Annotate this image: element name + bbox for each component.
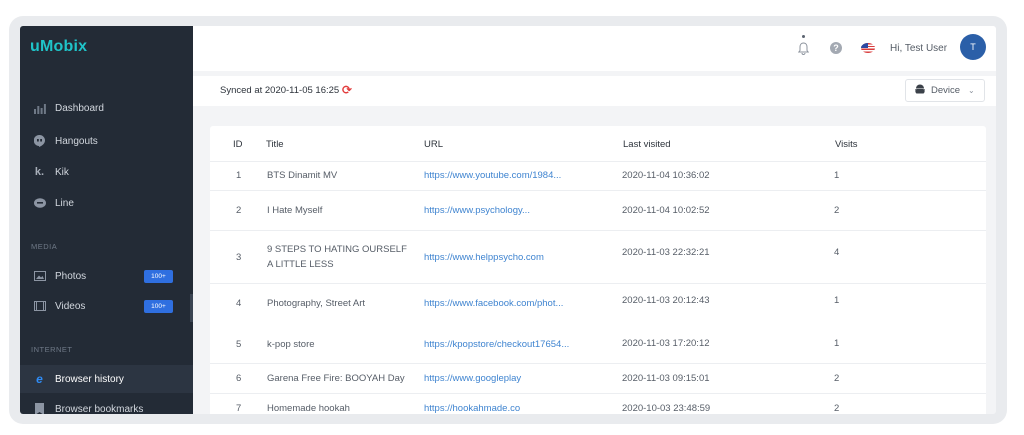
cell-url-link[interactable]: https://hookahmade.co	[424, 402, 520, 414]
column-header-id[interactable]: ID	[233, 139, 243, 150]
cell-id: 4	[236, 298, 242, 309]
cell-url-link[interactable]: https://kpopstore/checkout17654...	[424, 338, 569, 352]
sidebar-item-browser-bookmarks[interactable]: Browser bookmarks	[20, 396, 193, 414]
cell-id: 3	[236, 252, 242, 263]
cell-last-visited: 2020-10-03 23:48:59	[622, 403, 711, 414]
table-row[interactable]: 7 Homemade hookah https://hookahmade.co …	[210, 394, 986, 414]
cell-last-visited: 2020-11-03 17:20:12	[622, 338, 710, 349]
help-icon[interactable]: ?	[830, 42, 842, 54]
sidebar-item-dashboard[interactable]: Dashboard	[20, 95, 193, 121]
cell-id: 6	[236, 373, 242, 384]
table-row[interactable]: 3 9 STEPS TO HATING OURSELF A LITTLE LES…	[210, 231, 986, 284]
device-label: Device	[931, 85, 961, 96]
sidebar-scrollbar[interactable]	[190, 294, 193, 322]
cell-url-link[interactable]: https://www.youtube.com/1984...	[424, 169, 561, 183]
photos-icon	[33, 270, 46, 283]
cell-title: Garena Free Fire: BOOYAH Day	[267, 373, 405, 384]
android-icon	[915, 84, 925, 98]
cell-title: I Hate Myself	[267, 205, 323, 216]
sync-status: Synced at 2020-11-05 16:25	[220, 85, 340, 96]
cell-visits: 1	[834, 295, 840, 306]
cell-last-visited: 2020-11-04 10:02:52	[622, 205, 710, 216]
cell-url-link[interactable]: https://www.facebook.com/phot...	[424, 297, 563, 311]
sidebar-item-label: Kik	[55, 166, 69, 178]
cell-title: 9 STEPS TO HATING OURSELF	[267, 244, 407, 255]
column-header-last-visited[interactable]: Last visited	[623, 139, 671, 150]
us-flag-icon[interactable]	[861, 43, 875, 53]
sidebar-item-kik[interactable]: k. Kik	[20, 159, 193, 185]
cell-title: BTS Dinamit MV	[267, 170, 338, 181]
cell-title: Homemade hookah	[267, 403, 350, 414]
bookmark-icon	[33, 403, 46, 414]
cell-last-visited: 2020-11-03 09:15:01	[622, 373, 710, 384]
videos-icon	[33, 300, 46, 313]
cell-visits: 4	[834, 247, 840, 258]
cell-title-line2: A LITTLE LESS	[267, 259, 334, 270]
dashboard-icon	[33, 102, 46, 115]
sync-bar: Synced at 2020-11-05 16:25 ⟳ Device ⌄	[193, 76, 996, 106]
cell-visits: 2	[834, 205, 840, 216]
avatar[interactable]: T	[960, 34, 986, 60]
cell-id: 7	[236, 403, 242, 414]
browser-history-table: ID Title URL Last visited Visits 1 BTS D…	[210, 126, 986, 414]
top-header: ? Hi, Test User T	[193, 26, 996, 71]
user-greeting[interactable]: Hi, Test User	[890, 43, 947, 54]
sidebar-item-label: Videos	[55, 300, 86, 312]
sidebar: uMobix Dashboard Hangouts k. Kik Line ME…	[20, 26, 193, 414]
column-header-url[interactable]: URL	[424, 139, 443, 150]
cell-id: 2	[236, 205, 242, 216]
cell-title: Photography, Street Art	[267, 298, 366, 309]
table-row[interactable]: 4 Photography, Street Art https://www.fa…	[210, 284, 986, 324]
sidebar-item-hangouts[interactable]: Hangouts	[20, 128, 193, 154]
refresh-icon[interactable]: ⟳	[342, 83, 352, 97]
sidebar-item-photos[interactable]: Photos 100+	[20, 263, 193, 289]
photos-count-badge: 100+	[144, 269, 173, 283]
section-media: MEDIA	[31, 242, 58, 251]
table-header: ID Title URL Last visited Visits	[210, 126, 986, 162]
bell-icon[interactable]	[796, 41, 810, 55]
sidebar-item-label: Browser bookmarks	[55, 403, 144, 415]
app-window: uMobix Dashboard Hangouts k. Kik Line ME…	[20, 26, 996, 414]
cell-last-visited: 2020-11-03 22:32:21	[622, 247, 710, 258]
cell-url-link[interactable]: https://www.psychology...	[424, 204, 530, 218]
column-header-visits[interactable]: Visits	[835, 139, 858, 150]
column-header-title[interactable]: Title	[266, 139, 284, 150]
table-row[interactable]: 5 k-pop store https://kpopstore/checkout…	[210, 324, 986, 364]
cell-visits: 2	[834, 373, 840, 384]
kik-icon: k.	[34, 166, 45, 178]
cell-last-visited: 2020-11-04 10:36:02	[622, 170, 710, 181]
device-selector-button[interactable]: Device ⌄	[905, 79, 985, 102]
notification-dot	[802, 35, 805, 38]
sidebar-item-line[interactable]: Line	[20, 190, 193, 216]
table-row[interactable]: 2 I Hate Myself https://www.psychology..…	[210, 191, 986, 231]
cell-id: 1	[236, 170, 242, 181]
sidebar-item-label: Dashboard	[55, 102, 104, 114]
sidebar-item-label: Hangouts	[55, 135, 98, 147]
logo[interactable]: uMobix	[30, 38, 87, 56]
cell-url-link[interactable]: https://www.helppsycho.com	[424, 251, 544, 265]
table-row[interactable]: 1 BTS Dinamit MV https://www.youtube.com…	[210, 162, 986, 191]
sidebar-item-label: Line	[55, 197, 74, 209]
cell-visits: 2	[834, 403, 840, 414]
sidebar-item-label: Browser history	[55, 373, 124, 385]
sidebar-item-label: Photos	[55, 270, 87, 282]
sidebar-item-videos[interactable]: Videos 100+	[20, 293, 193, 319]
cell-last-visited: 2020-11-03 20:12:43	[622, 295, 710, 306]
videos-count-badge: 100+	[144, 299, 173, 313]
cell-visits: 1	[834, 338, 840, 349]
table-row[interactable]: 6 Garena Free Fire: BOOYAH Day https://w…	[210, 364, 986, 394]
section-internet: INTERNET	[31, 345, 73, 354]
line-icon	[33, 197, 46, 210]
browser-history-icon: e	[36, 372, 43, 386]
cell-id: 5	[236, 339, 242, 350]
cell-title: k-pop store	[267, 339, 315, 350]
sidebar-item-browser-history[interactable]: e Browser history	[20, 365, 193, 393]
hangouts-icon	[33, 135, 46, 148]
chevron-down-icon: ⌄	[968, 86, 975, 95]
cell-visits: 1	[834, 170, 840, 181]
cell-url-link[interactable]: https://www.googleplay	[424, 372, 521, 386]
